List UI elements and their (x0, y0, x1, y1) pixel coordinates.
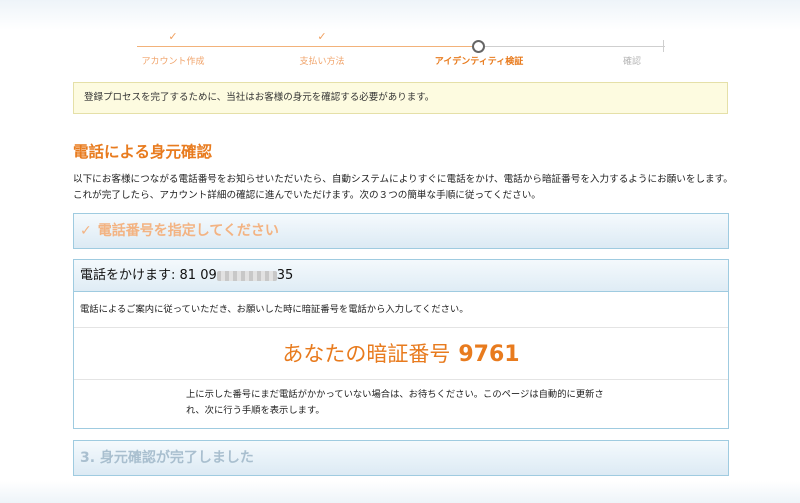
pin-label: あなたの暗証番号 (282, 342, 451, 366)
section-title: 電話による身元確認 (73, 143, 213, 161)
notice-banner: 登録プロセスを完了するために、当社はお客様の身元を確認する必要があります。 (73, 82, 728, 114)
pin-display: あなたの暗証番号 9761 (74, 328, 728, 380)
progress-step-label: 確認 (622, 57, 641, 67)
call-panel-header: 電話をかけます: 81 09 35 (74, 260, 728, 292)
step1-title: 電話番号を指定してください (97, 223, 279, 239)
progress-step-payment: ✓ 支払い方法 (252, 30, 392, 67)
step3-panel-header: 3. 身元確認が完了しました (73, 440, 729, 476)
progress-step-label: 支払い方法 (299, 57, 345, 67)
progress-step-account: ✓ アカウント作成 (103, 30, 243, 67)
call-heading-prefix: 電話をかけます: (80, 268, 176, 283)
pin-code: 9761 (458, 342, 520, 367)
step1-panel-header[interactable]: ✓ 電話番号を指定してください (73, 213, 729, 249)
check-icon: ✓ (80, 223, 92, 239)
masked-phone-digits (216, 270, 277, 281)
progress-step-label: アイデンティティ検証 (434, 57, 524, 67)
step3-title: 3. 身元確認が完了しました (80, 450, 254, 466)
progress-step-identity: アイデンティティ検証 (409, 30, 549, 67)
progress-step-confirm: 確認 (562, 30, 702, 67)
intro-text: 以下にお客様につながる電話番号をお知らせいただいたら、自動システムによりすぐに電… (73, 174, 733, 201)
phone-number-end: 35 (276, 268, 294, 283)
progress-tracker: ✓ アカウント作成 ✓ 支払い方法 アイデンティティ検証 確認 (95, 30, 715, 70)
check-icon: ✓ (168, 30, 178, 43)
call-instruction: 電話によるご案内に従っていただき、お願いした時に暗証番号を電話から入力してくださ… (74, 292, 728, 328)
phone-number-start: 81 09 (179, 268, 217, 283)
bottom-band (0, 481, 800, 503)
check-icon: ✓ (317, 30, 327, 43)
top-band (0, 0, 800, 30)
wait-message: 上に示した番号にまだ電話がかかっていない場合は、お待ちください。このページは自動… (186, 389, 604, 416)
call-panel: 電話をかけます: 81 09 35 電話によるご案内に従っていただき、お願いした時… (73, 259, 729, 429)
progress-step-label: アカウント作成 (141, 57, 205, 67)
